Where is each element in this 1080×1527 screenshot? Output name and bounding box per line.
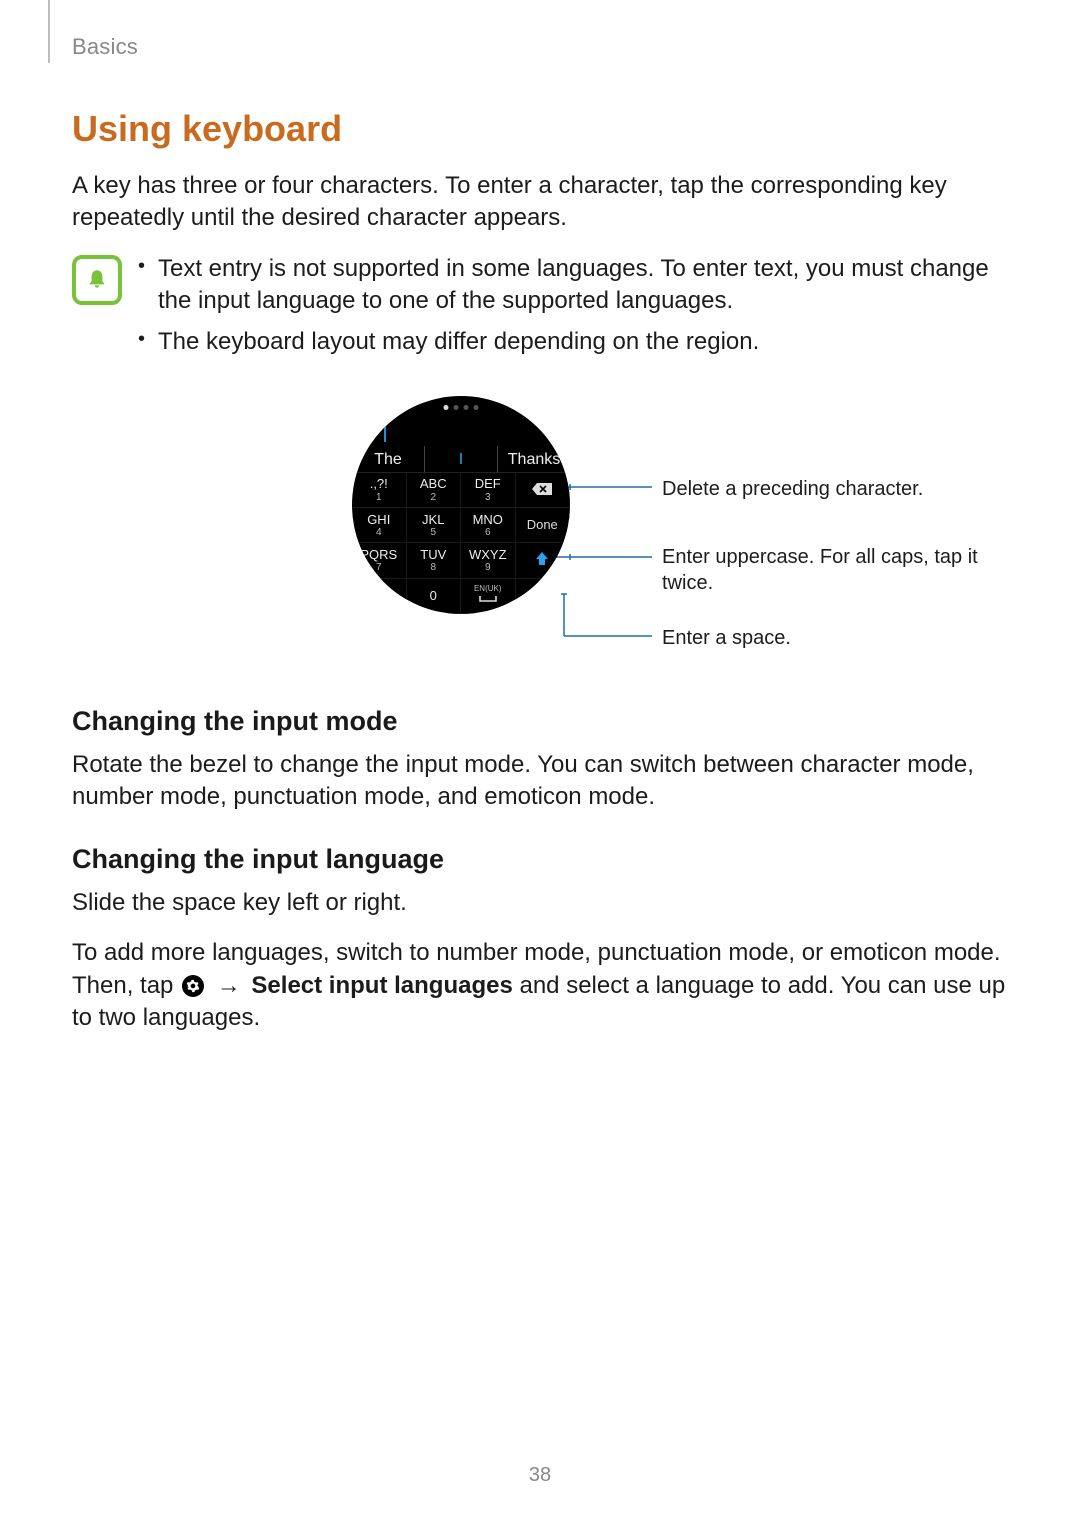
- key-backspace[interactable]: [516, 473, 571, 508]
- space-icon: [461, 594, 515, 606]
- paragraph-slide-space: Slide the space key left or right.: [72, 887, 1008, 919]
- note-item: Text entry is not supported in some lang…: [134, 253, 1008, 318]
- key-label: PQRS: [352, 548, 406, 562]
- key-label: Done: [516, 518, 570, 532]
- callout-uppercase: Enter uppercase. For all caps, tap it tw…: [662, 544, 1022, 596]
- page-number: 38: [0, 1464, 1080, 1487]
- keypad: .,?!1 ABC2 DEF3 GHI4 JKL5 MNO6 Done PQRS…: [352, 473, 570, 614]
- shift-icon: [516, 550, 570, 571]
- pager-dot: [444, 405, 449, 410]
- key-sublabel: 6: [461, 527, 515, 538]
- bold-label: Select input languages: [251, 972, 512, 999]
- suggestion-row: The I Thanks: [352, 446, 570, 473]
- note-block: Text entry is not supported in some lang…: [72, 253, 1008, 366]
- key-sublabel: 8: [407, 562, 461, 573]
- bell-icon: [72, 255, 122, 305]
- gear-icon: [182, 975, 204, 997]
- subheading-input-language: Changing the input language: [72, 844, 1008, 875]
- key-label: DEF: [461, 477, 515, 491]
- key-done[interactable]: Done: [516, 508, 571, 543]
- suggestion-left[interactable]: The: [352, 446, 424, 473]
- key-3[interactable]: DEF3: [461, 473, 516, 508]
- page-title: Using keyboard: [72, 108, 1008, 150]
- key-8[interactable]: TUV8: [407, 543, 462, 578]
- key-space[interactable]: EN(UK): [461, 579, 516, 614]
- subheading-input-mode: Changing the input mode: [72, 706, 1008, 737]
- key-9[interactable]: WXYZ9: [461, 543, 516, 578]
- key-sublabel: 9: [461, 562, 515, 573]
- pager-dots: [444, 405, 479, 410]
- header-rule: [48, 0, 50, 63]
- key-sublabel: 7: [352, 562, 406, 573]
- key-shift[interactable]: [516, 543, 571, 578]
- key-label: JKL: [407, 513, 461, 527]
- paragraph-input-mode: Rotate the bezel to change the input mod…: [72, 749, 1008, 814]
- suggestion-right[interactable]: Thanks: [498, 446, 570, 473]
- section-label: Basics: [72, 34, 138, 60]
- paragraph-add-languages: To add more languages, switch to number …: [72, 937, 1008, 1034]
- key-1[interactable]: .,?!1: [352, 473, 407, 508]
- key-label: TUV: [407, 548, 461, 562]
- text-cursor: [384, 420, 386, 442]
- key-label: .,?!: [352, 477, 406, 491]
- suggestion-center[interactable]: I: [424, 446, 498, 473]
- pager-dot: [464, 405, 469, 410]
- key-label: WXYZ: [461, 548, 515, 562]
- key-2[interactable]: ABC2: [407, 473, 462, 508]
- arrow-icon: →: [217, 970, 241, 1002]
- keyboard-figure: The I Thanks .,?!1 ABC2 DEF3 GHI4: [352, 396, 1052, 676]
- pager-dot: [474, 405, 479, 410]
- key-sublabel: 1: [352, 492, 406, 503]
- key-sublabel: 4: [352, 527, 406, 538]
- key-label: 0: [407, 589, 461, 603]
- key-blank: [516, 579, 571, 614]
- note-list: Text entry is not supported in some lang…: [134, 253, 1008, 366]
- text-run: and select a language to add. You can us…: [72, 972, 1005, 1031]
- intro-paragraph: A key has three or four characters. To e…: [72, 170, 1008, 235]
- callout-space: Enter a space.: [662, 625, 791, 651]
- note-item: The keyboard layout may differ depending…: [134, 326, 1008, 358]
- key-sublabel: 2: [407, 492, 461, 503]
- pager-dot: [454, 405, 459, 410]
- key-label: ABC: [407, 477, 461, 491]
- key-label: MNO: [461, 513, 515, 527]
- key-sublabel: 5: [407, 527, 461, 538]
- watch-keyboard: The I Thanks .,?!1 ABC2 DEF3 GHI4: [352, 396, 570, 614]
- content-area: Using keyboard A key has three or four c…: [72, 108, 1008, 1052]
- backspace-icon: [516, 482, 570, 499]
- key-7[interactable]: PQRS7: [352, 543, 407, 578]
- key-sublabel: 3: [461, 492, 515, 503]
- key-4[interactable]: GHI4: [352, 508, 407, 543]
- key-6[interactable]: MNO6: [461, 508, 516, 543]
- key-label: GHI: [352, 513, 406, 527]
- key-0[interactable]: 0: [407, 579, 462, 614]
- key-blank: [352, 579, 407, 614]
- key-5[interactable]: JKL5: [407, 508, 462, 543]
- callout-delete: Delete a preceding character.: [662, 476, 923, 502]
- key-label: EN(UK): [461, 585, 515, 594]
